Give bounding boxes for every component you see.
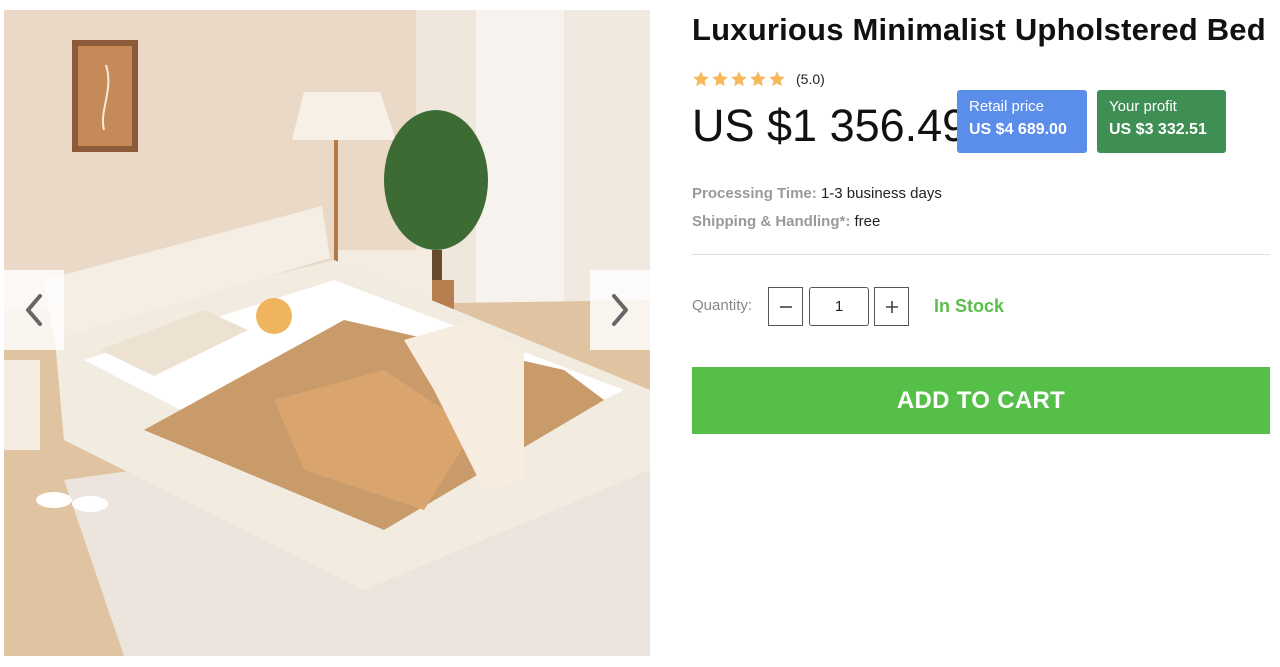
retail-price-label: Retail price	[969, 98, 1045, 115]
star-icon	[693, 71, 709, 87]
product-image-gallery	[4, 10, 650, 656]
minus-icon	[779, 305, 792, 308]
profit-badge: Your profit US $3 332.51	[1097, 90, 1226, 153]
processing-time-label: Processing Time:	[692, 185, 817, 202]
star-icon	[769, 71, 785, 87]
quantity-decrease-button[interactable]	[768, 287, 803, 326]
product-image	[4, 10, 650, 656]
product-title: Luxurious Minimalist Upholstered Bed	[692, 12, 1266, 47]
quantity-increase-button[interactable]	[874, 287, 909, 326]
shipping-handling: Shipping & Handling*: free	[692, 213, 880, 230]
profit-value: US $3 332.51	[1109, 121, 1207, 138]
price: US $1 356.49	[692, 100, 968, 151]
quantity-label: Quantity:	[692, 297, 753, 314]
divider	[692, 254, 1270, 255]
star-icon	[712, 71, 728, 87]
processing-time-value: 1-3 business days	[820, 185, 942, 202]
previous-image-button[interactable]	[4, 270, 64, 350]
chevron-left-icon	[26, 294, 42, 326]
rating-stars	[692, 70, 786, 88]
retail-price-value: US $4 689.00	[969, 121, 1067, 138]
next-image-button[interactable]	[590, 270, 650, 350]
rating-value: (5.0)	[796, 71, 825, 87]
rating: (5.0)	[692, 70, 825, 88]
chevron-right-icon	[612, 294, 628, 326]
processing-time: Processing Time: 1-3 business days	[692, 185, 942, 202]
quantity-input[interactable]	[809, 287, 869, 326]
profit-label: Your profit	[1109, 98, 1177, 115]
retail-price-badge: Retail price US $4 689.00	[957, 90, 1087, 153]
add-to-cart-button[interactable]: ADD TO CART	[692, 367, 1270, 434]
stock-status: In Stock	[934, 296, 1005, 316]
shipping-label: Shipping & Handling*:	[692, 213, 851, 230]
star-icon	[731, 71, 747, 87]
shipping-value: free	[854, 213, 881, 230]
star-icon	[750, 71, 766, 87]
plus-icon	[885, 300, 898, 313]
